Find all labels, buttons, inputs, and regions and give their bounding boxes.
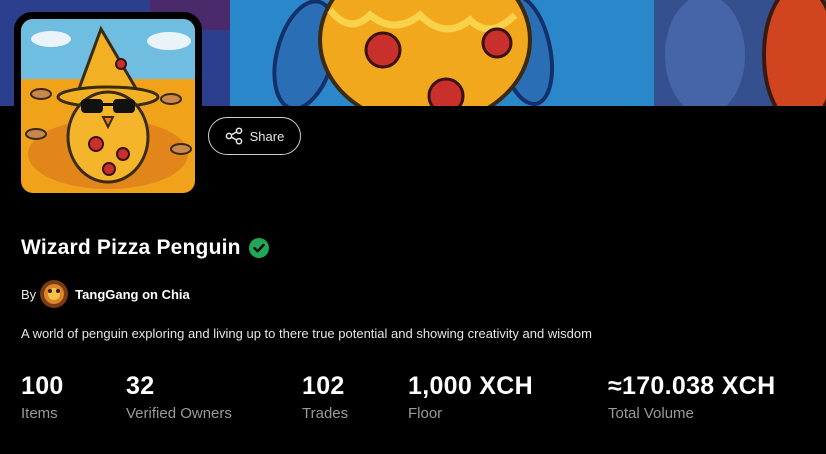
verified-check-icon	[248, 238, 269, 258]
by-label: By	[21, 286, 37, 302]
stat-value: 32	[126, 372, 155, 400]
collection-title: Wizard Pizza Penguin	[21, 236, 241, 259]
collection-title-row: Wizard Pizza Penguin	[21, 236, 269, 260]
stat-total-volume: ≈170.038 XCH Total Volume	[608, 372, 775, 422]
stat-floor: 1,000 XCH Floor	[408, 372, 533, 422]
creator-byline: By TangGang on Chia	[21, 280, 190, 308]
collection-avatar	[14, 12, 202, 200]
stat-label: Verified Owners	[126, 405, 232, 422]
creator-avatar[interactable]	[40, 280, 69, 308]
stat-value: 102	[302, 372, 345, 400]
stat-items: 100 Items	[21, 372, 64, 422]
creator-name-link[interactable]: TangGang on Chia	[75, 287, 190, 302]
collection-avatar-image	[21, 19, 195, 193]
collection-stats: 100 Items 32 Verified Owners 102 Trades …	[21, 372, 821, 432]
share-button[interactable]: Share	[208, 117, 301, 155]
stat-label: Items	[21, 405, 58, 422]
stat-value: 100	[21, 372, 64, 400]
stat-label: Floor	[408, 405, 443, 422]
stat-label: Total Volume	[608, 405, 694, 422]
collection-description: A world of penguin exploring and living …	[21, 326, 592, 341]
stat-value: 1,000 XCH	[408, 372, 533, 400]
stat-verified-owners: 32 Verified Owners	[126, 372, 232, 422]
stat-label: Trades	[302, 405, 349, 422]
share-icon	[225, 127, 243, 145]
stat-value: ≈170.038 XCH	[608, 372, 776, 400]
share-label: Share	[249, 128, 285, 144]
stat-trades: 102 Trades	[302, 372, 348, 422]
